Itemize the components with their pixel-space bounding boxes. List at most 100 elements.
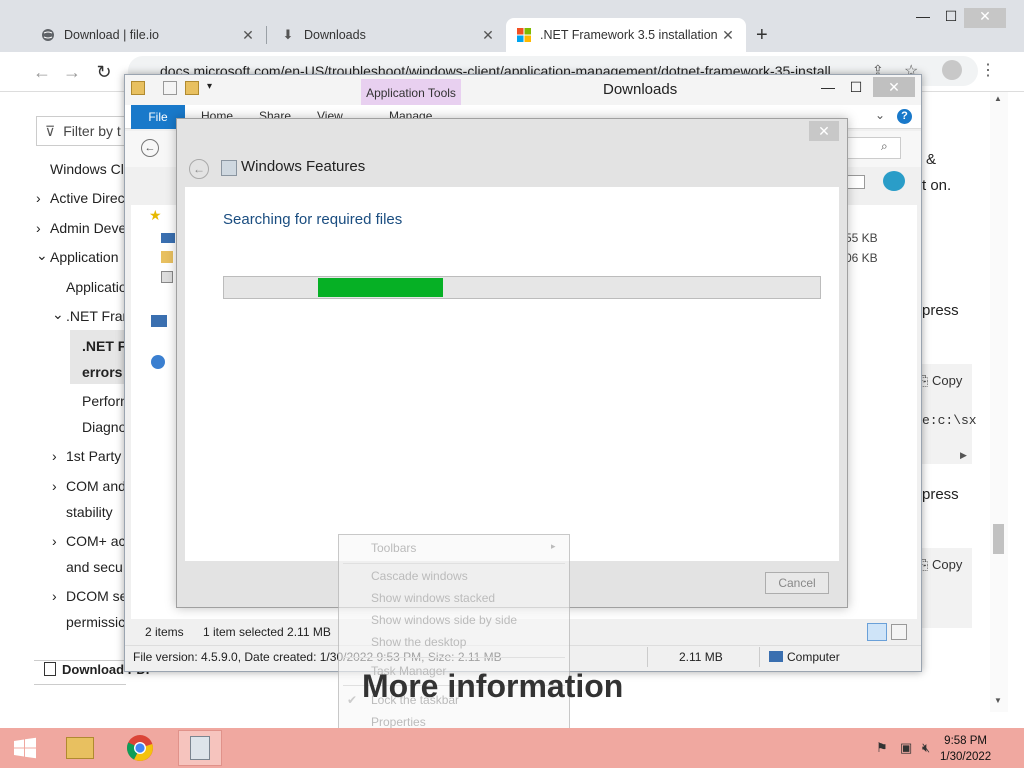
scroll-down-icon[interactable]: ▼ (994, 696, 1002, 705)
network-icon[interactable]: ▣ (900, 740, 912, 756)
nav-item[interactable]: Windows Cl (50, 161, 124, 177)
filter-input[interactable]: ⊽ Filter by t (36, 116, 126, 146)
nav-item-current[interactable]: .NET F (82, 338, 126, 354)
menu-item-stacked[interactable]: Show windows stacked (371, 591, 495, 605)
tab-dotnet-install[interactable]: .NET Framework 3.5 installation e ✕ (506, 18, 746, 52)
divider (647, 647, 648, 667)
large-icons-view-icon[interactable] (891, 624, 907, 640)
tab-downloads[interactable]: ⬇ Downloads ✕ (270, 18, 506, 52)
time: 9:58 PM (944, 735, 987, 747)
body-text: press (922, 486, 959, 503)
nav-item[interactable]: COM and (66, 478, 126, 494)
menu-separator (343, 563, 565, 564)
downloads-folder-icon[interactable] (161, 251, 173, 263)
progress-fill (318, 278, 443, 297)
tab-title: Downloads (304, 28, 366, 42)
back-arrow-icon[interactable]: ← (189, 159, 209, 179)
nav-item[interactable]: Diagno (82, 419, 126, 435)
nav-chevron-icon[interactable]: › (52, 448, 57, 464)
forward-arrow-icon[interactable]: → (60, 60, 84, 84)
nav-item[interactable]: Applicatio (66, 279, 127, 295)
nav-chevron-icon[interactable]: ⌄ (36, 247, 48, 264)
close-icon[interactable]: ✕ (240, 27, 256, 44)
menu-item-toolbars[interactable]: Toolbars (371, 541, 416, 555)
flag-icon[interactable]: ⚑ (876, 740, 888, 756)
checkmark-icon: ✔ (347, 693, 358, 707)
close-icon[interactable]: ✕ (480, 27, 496, 44)
quick-access-dropdown-icon[interactable]: ▾ (207, 81, 212, 92)
cancel-button[interactable]: Cancel (765, 572, 829, 594)
maximize-icon[interactable]: ☐ (936, 8, 966, 28)
preview-pane-icon[interactable] (847, 175, 865, 189)
maximize-icon[interactable]: ☐ (843, 79, 869, 99)
close-icon[interactable]: ✕ (873, 77, 915, 97)
taskbar-installer[interactable] (178, 730, 222, 766)
nav-chevron-icon[interactable]: › (52, 533, 57, 549)
nav-chevron-icon[interactable]: › (52, 588, 57, 604)
tab-file-io[interactable]: Download | file.io ✕ (30, 18, 266, 52)
details-view-icon[interactable] (867, 623, 887, 641)
menu-item-cascade[interactable]: Cascade windows (371, 569, 468, 583)
new-folder-icon[interactable] (185, 81, 199, 95)
nav-item[interactable]: COM+ ac (66, 533, 126, 549)
star-icon[interactable]: ★ (149, 207, 162, 224)
new-tab-button[interactable]: + (756, 24, 768, 47)
nav-chevron-icon[interactable]: › (36, 190, 41, 206)
scroll-up-icon[interactable]: ▲ (994, 94, 1002, 103)
close-window-icon[interactable]: ✕ (964, 8, 1006, 28)
minimize-icon[interactable]: — (908, 8, 938, 28)
nav-item-current[interactable]: errors (82, 364, 122, 380)
help-icon[interactable]: ? (897, 109, 912, 124)
documents-icon[interactable] (161, 271, 173, 283)
network-icon[interactable] (151, 355, 165, 369)
menu-item-properties[interactable]: Properties (371, 715, 426, 729)
nav-chevron-icon[interactable]: › (52, 478, 57, 494)
close-icon[interactable]: ✕ (809, 121, 839, 141)
date: 1/30/2022 (940, 751, 992, 763)
download-icon: ⬇ (282, 27, 294, 42)
page-scrollbar[interactable] (990, 92, 1008, 712)
profile-avatar[interactable] (942, 60, 962, 80)
search-icon: ⌕ (881, 139, 888, 153)
taskbar-chrome[interactable] (118, 730, 162, 766)
menu-item-side-by-side[interactable]: Show windows side by side (371, 613, 517, 627)
reload-icon[interactable]: ↻ (92, 60, 116, 84)
back-arrow-icon[interactable]: ← (30, 60, 54, 84)
start-button[interactable] (8, 732, 42, 764)
minimize-icon[interactable]: — (815, 79, 841, 99)
taskbar-file-explorer[interactable] (58, 730, 102, 766)
close-icon[interactable]: ✕ (720, 27, 736, 44)
dialog-title: Windows Features (241, 158, 366, 175)
nav-chevron-icon[interactable]: ⌄ (52, 306, 64, 323)
clock[interactable]: 9:58 PM 1/30/2022 (940, 733, 991, 765)
microsoft-logo-icon (516, 27, 532, 43)
desktop-icon[interactable] (161, 233, 175, 243)
navigation-pane (131, 205, 177, 625)
nav-chevron-icon[interactable]: › (36, 220, 41, 236)
nav-item[interactable]: and secu (66, 559, 123, 575)
computer-icon[interactable] (151, 315, 167, 327)
menu-kebab-icon[interactable]: ⋮ (980, 60, 996, 80)
properties-icon[interactable] (163, 81, 177, 95)
nav-item[interactable]: Perforn (82, 393, 128, 409)
submenu-arrow-icon: ▸ (551, 541, 556, 551)
search-input[interactable] (845, 137, 901, 159)
scroll-right-icon[interactable]: ▶ (960, 450, 967, 461)
copy-button[interactable]: ⎘ Copy (918, 557, 962, 573)
back-arrow-icon[interactable]: ← (141, 139, 159, 157)
section-heading: More information (362, 668, 624, 704)
nav-item[interactable]: 1st Party (66, 448, 121, 464)
nav-item[interactable]: permissic (66, 614, 125, 630)
scrollbar-thumb[interactable] (993, 524, 1004, 554)
nav-item[interactable]: Active Direc (50, 190, 125, 206)
nav-item[interactable]: Admin Deve (50, 220, 126, 236)
tab-title: Download | file.io (64, 28, 159, 42)
nav-item[interactable]: Application (50, 249, 119, 265)
volume-muted-icon[interactable]: 🔇︎ (922, 740, 930, 756)
nav-item[interactable]: stability (66, 504, 113, 520)
copy-button[interactable]: ⎘ Copy (918, 373, 962, 389)
chevron-down-icon[interactable]: ⌄ (875, 108, 885, 122)
body-text: t on. (922, 177, 952, 194)
menu-item-show-desktop[interactable]: Show the desktop (371, 635, 466, 649)
nav-item[interactable]: DCOM se (66, 588, 127, 604)
